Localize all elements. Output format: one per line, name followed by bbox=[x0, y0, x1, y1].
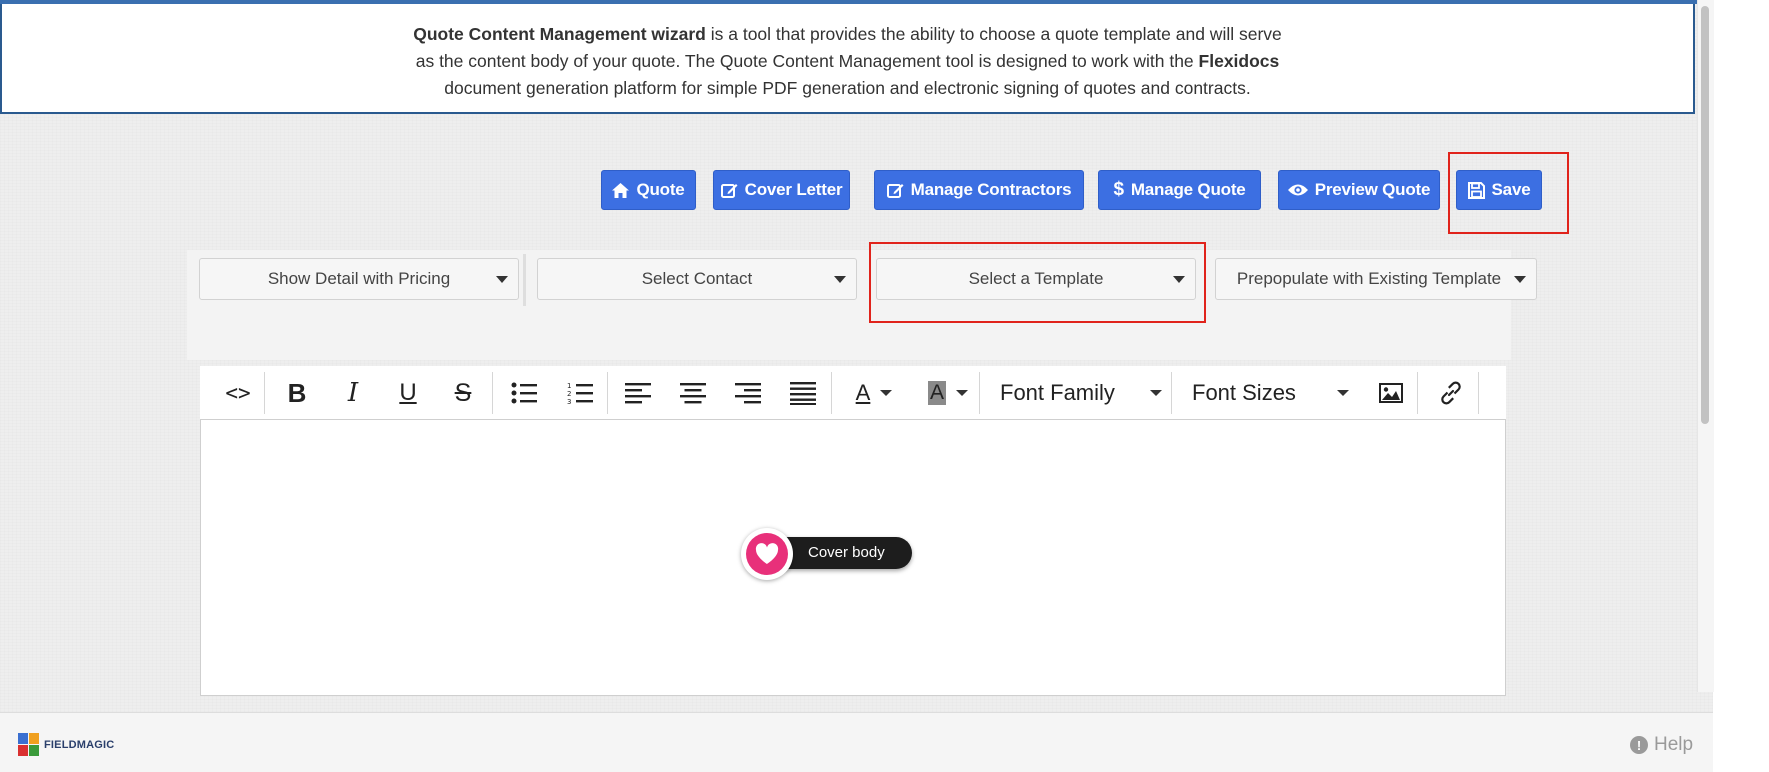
preview-quote-button[interactable]: Preview Quote bbox=[1278, 170, 1440, 210]
underline-icon: U bbox=[399, 379, 417, 406]
edit-icon bbox=[886, 182, 904, 199]
toolbar-separator bbox=[492, 372, 493, 414]
heart-icon bbox=[746, 533, 788, 575]
align-center-button[interactable] bbox=[678, 375, 708, 411]
cover-letter-button[interactable]: Cover Letter bbox=[713, 170, 850, 210]
toolbar-separator bbox=[979, 372, 980, 414]
save-button-label: Save bbox=[1491, 180, 1531, 199]
toolbar-separator bbox=[264, 372, 265, 414]
chevron-down-icon bbox=[880, 390, 893, 396]
chevron-down-icon bbox=[1150, 390, 1162, 396]
preview-quote-button-label: Preview Quote bbox=[1314, 180, 1431, 199]
contact-select[interactable]: Select Contact bbox=[537, 258, 857, 300]
manage-contractors-button[interactable]: Manage Contractors bbox=[874, 170, 1084, 210]
svg-text:2: 2 bbox=[567, 390, 571, 398]
font-color-icon: A bbox=[855, 380, 871, 405]
insert-link-button[interactable] bbox=[1437, 375, 1465, 411]
fieldmagic-logo: FIELDMAGIC bbox=[18, 733, 114, 757]
cover-letter-button-label: Cover Letter bbox=[744, 180, 843, 199]
underline-button[interactable]: U bbox=[393, 375, 423, 411]
save-button[interactable]: Save bbox=[1456, 170, 1542, 210]
bold-button[interactable]: B bbox=[282, 375, 312, 411]
align-left-button[interactable] bbox=[623, 375, 653, 411]
template-select-value: Select a Template bbox=[968, 269, 1104, 288]
prepopulate-select[interactable]: Prepopulate with Existing Template bbox=[1215, 258, 1537, 300]
toolbar-separator bbox=[831, 372, 832, 414]
bullet-list-icon bbox=[511, 382, 537, 404]
banner-line-1-text: is a tool that provides the ability to c… bbox=[705, 24, 1282, 44]
footer bbox=[0, 712, 1713, 772]
strikethrough-button[interactable]: S bbox=[448, 375, 478, 411]
toolbar-separator bbox=[1171, 372, 1172, 414]
chevron-down-icon bbox=[956, 390, 968, 396]
detail-select[interactable]: Show Detail with Pricing bbox=[199, 258, 519, 300]
template-select[interactable]: Select a Template bbox=[876, 258, 1196, 300]
scrollbar-thumb[interactable] bbox=[1701, 6, 1709, 424]
contact-select-value: Select Contact bbox=[641, 269, 753, 288]
screen: Quote Content Management wizard is a too… bbox=[0, 0, 1769, 772]
help-icon: ! bbox=[1630, 736, 1648, 754]
align-center-icon bbox=[680, 383, 706, 404]
banner-line-2-text: as the content body of your quote. The Q… bbox=[415, 51, 1199, 71]
chevron-down-icon bbox=[496, 276, 508, 283]
chevron-down-icon bbox=[834, 276, 846, 283]
banner-flexidocs: Flexidocs bbox=[1198, 51, 1280, 71]
font-size-dropdown[interactable]: Font Sizes bbox=[1192, 375, 1352, 411]
numbered-list-button[interactable]: 123 bbox=[565, 375, 595, 411]
panel-divider bbox=[523, 254, 526, 306]
edit-icon bbox=[720, 182, 738, 199]
italic-button[interactable]: I bbox=[338, 375, 368, 411]
home-icon bbox=[612, 182, 630, 198]
fieldmagic-logo-icon bbox=[18, 733, 39, 756]
fieldmagic-brand: FIELDMAGIC bbox=[44, 739, 115, 751]
justify-icon bbox=[790, 382, 816, 405]
font-family-dropdown[interactable]: Font Family bbox=[1000, 375, 1165, 411]
svg-text:3: 3 bbox=[567, 398, 571, 405]
banner-line-2: as the content body of your quote. The Q… bbox=[2, 48, 1693, 75]
manage-contractors-button-label: Manage Contractors bbox=[910, 180, 1072, 199]
image-icon bbox=[1379, 383, 1403, 403]
chevron-down-icon bbox=[1173, 276, 1185, 283]
banner-line-1: Quote Content Management wizard is a too… bbox=[2, 21, 1693, 48]
align-right-button[interactable] bbox=[733, 375, 763, 411]
floppy-disk-icon bbox=[1467, 181, 1485, 199]
bullet-list-button[interactable] bbox=[509, 375, 539, 411]
code-view-button[interactable]: <> bbox=[222, 375, 254, 411]
chevron-down-icon bbox=[1337, 390, 1349, 396]
manage-quote-button[interactable]: $ Manage Quote bbox=[1098, 170, 1261, 210]
toolbar-separator bbox=[1478, 372, 1479, 414]
justify-button[interactable] bbox=[788, 375, 818, 411]
manage-quote-button-label: Manage Quote bbox=[1130, 180, 1246, 199]
italic-icon: I bbox=[347, 378, 359, 408]
insert-image-button[interactable] bbox=[1377, 375, 1405, 411]
banner-title: Quote Content Management wizard bbox=[413, 24, 706, 44]
quote-button-label: Quote bbox=[636, 180, 685, 199]
toolbar-separator bbox=[1417, 372, 1418, 414]
toolbar-separator bbox=[607, 372, 608, 414]
detail-select-value: Show Detail with Pricing bbox=[267, 269, 451, 288]
link-icon bbox=[1441, 381, 1461, 405]
svg-text:1: 1 bbox=[567, 382, 571, 390]
code-icon: <> bbox=[225, 381, 251, 405]
font-family-label: Font Family bbox=[1000, 380, 1115, 405]
font-color-button[interactable]: A bbox=[846, 375, 902, 411]
chevron-down-icon bbox=[1514, 276, 1526, 283]
banner-line-3: document generation platform for simple … bbox=[444, 78, 1251, 98]
align-right-icon bbox=[735, 383, 761, 404]
info-banner: Quote Content Management wizard is a too… bbox=[0, 4, 1695, 114]
eye-icon bbox=[1287, 183, 1308, 197]
strikethrough-icon: S bbox=[454, 378, 472, 407]
font-size-label: Font Sizes bbox=[1192, 380, 1296, 405]
bold-icon: B bbox=[287, 377, 307, 408]
dollar-icon: $ bbox=[1113, 179, 1124, 200]
highlight-color-icon: A bbox=[927, 381, 946, 405]
help-label: Help bbox=[1654, 734, 1694, 755]
help-link[interactable]: ! Help bbox=[1630, 734, 1693, 756]
align-left-icon bbox=[625, 383, 651, 404]
highlight-color-button[interactable]: A bbox=[920, 375, 976, 411]
cover-body-label: Cover body bbox=[808, 544, 885, 561]
numbered-list-icon: 123 bbox=[567, 382, 593, 405]
quote-button[interactable]: Quote bbox=[601, 170, 696, 210]
prepopulate-select-value: Prepopulate with Existing Template bbox=[1236, 269, 1502, 288]
